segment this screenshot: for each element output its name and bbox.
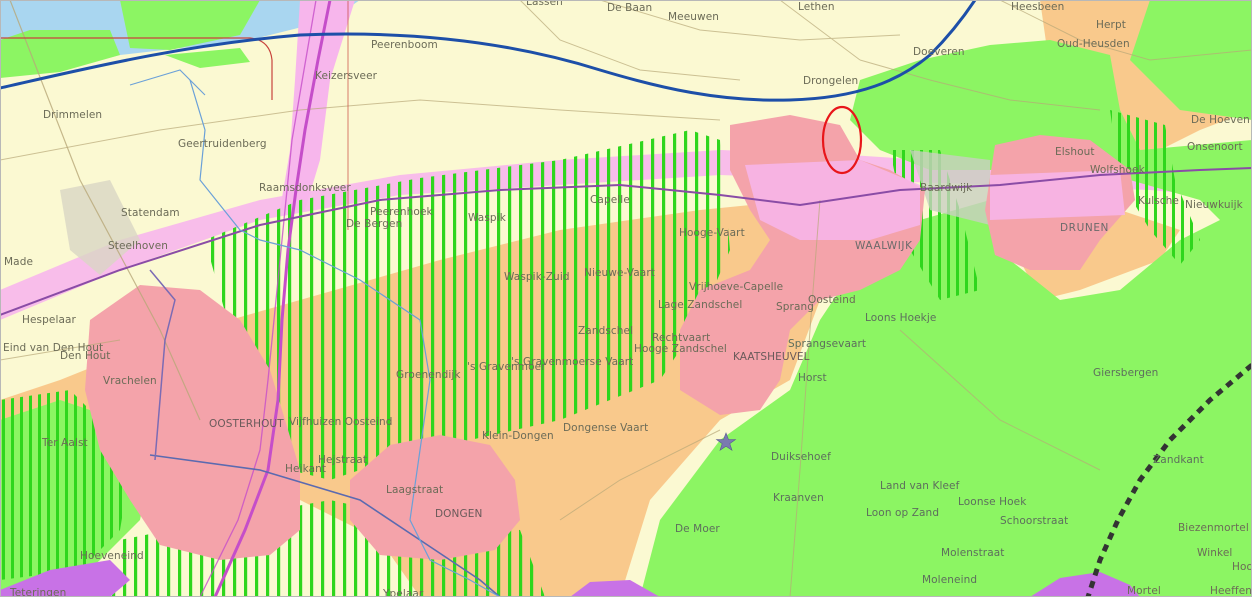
label-hooge-zandschel: Hooge Zandschel: [634, 343, 727, 355]
label-hejstraat: Hejstraat: [318, 454, 368, 466]
label-nieuwkuijk: Nieuwkuijk: [1185, 199, 1243, 211]
label-sprangsevaart: Sprangsevaart: [788, 338, 867, 350]
label-horst: Horst: [798, 372, 827, 384]
label-mortel: Mortel: [1127, 585, 1161, 597]
label-duiksehoef: Duiksehoef: [771, 451, 831, 463]
label-kraanven: Kraanven: [773, 492, 824, 504]
label-vrachelen: Vrachelen: [103, 375, 157, 387]
label-baardwijk: Baardwijk: [920, 182, 973, 194]
label-heesbeen: Heesbeen: [1011, 1, 1065, 13]
label-steelhoven: Steelhoven: [108, 240, 169, 252]
label-oosteind: Oosteind: [808, 294, 856, 306]
label-drongelen: Drongelen: [803, 75, 859, 87]
label-drimmelen: Drimmelen: [43, 109, 103, 121]
label-onsenoort: Onsenoort: [1187, 141, 1243, 153]
label-oud-heusden: Oud-Heusden: [1057, 38, 1130, 50]
label-de-moer: De Moer: [675, 523, 720, 535]
label-schoorstraat: Schoorstraat: [1000, 515, 1069, 527]
label-vijfhuizen-oosteind: Vijfhuizen Oosteind: [289, 416, 393, 428]
label-winkel: Winkel: [1197, 547, 1233, 559]
label-hoo: Hoo: [1232, 561, 1252, 573]
label-lage-zandschel: Lage Zandschel: [658, 299, 743, 311]
label-lassen: Lassen: [526, 0, 563, 8]
label-ypelaar: Ypelaar: [383, 588, 424, 597]
label-vrijhoeve-capelle: Vrijhoeve-Capelle: [689, 281, 784, 293]
label-dongense-vaart: Dongense Vaart: [563, 422, 649, 434]
label-zandkant: Zandkant: [1153, 454, 1204, 466]
label-hoeveneind: Hoeveneind: [80, 550, 144, 562]
label-dongen: DONGEN: [435, 508, 483, 520]
label-giersbergen: Giersbergen: [1093, 367, 1159, 379]
label-hooge-vaart: Hooge-Vaart: [679, 227, 745, 239]
label-waspik-zuid: Waspik-Zuid: [504, 271, 570, 283]
label-capelle: Capelle: [590, 194, 630, 206]
label-s-gravenmoerse-vaart: 's Gravenmoerse Vaart: [511, 356, 634, 368]
label-loonse-hoek: Loonse Hoek: [958, 496, 1027, 508]
label-herpt: Herpt: [1096, 19, 1126, 31]
label-wolfshoek: Wolfshoek: [1090, 164, 1145, 176]
label-laagstraat: Laagstraat: [386, 484, 444, 496]
label-loon-op-zand: Loon op Zand: [866, 507, 940, 519]
label-waalwijk: WAALWIJK: [855, 240, 913, 252]
label-kulsche: Kulsche: [1138, 195, 1179, 207]
label-peerenhoek: Peerenhoek: [370, 206, 433, 218]
label-elshout: Elshout: [1055, 146, 1095, 158]
label-geertruidenberg: Geertruidenberg: [178, 138, 267, 150]
label-land-van-kleef: Land van Kleef: [880, 480, 960, 492]
label-nieuwe-vaart: Nieuwe-Vaart: [584, 267, 655, 279]
label-klein-dongen: Klein-Dongen: [482, 430, 554, 442]
label-de-hoeven: De Hoeven: [1191, 114, 1250, 126]
label-teteringen: Teteringen: [10, 587, 67, 597]
label-biezenmortel: Biezenmortel: [1178, 522, 1249, 534]
label-zandschel: Zandschel: [578, 325, 634, 337]
label-kaatsheuvel: KAATSHEUVEL: [733, 351, 810, 363]
magenta-urban-drunen: [990, 170, 1125, 220]
label-doeveren: Doeveren: [913, 46, 965, 58]
label-meeuwen: Meeuwen: [668, 11, 720, 23]
map-canvas[interactable]: [0, 0, 1252, 597]
label-moleneind: Moleneind: [922, 574, 978, 586]
label-heeffen: Heeffen: [1210, 585, 1252, 597]
label-de-bergen: De Bergen: [346, 218, 403, 230]
map-view[interactable]: Lassen De Baan Meeuwen Lethen Heesbeen H…: [0, 0, 1252, 597]
label-statendam: Statendam: [121, 207, 180, 219]
label-loons-hoekje: Loons Hoekje: [865, 312, 937, 324]
label-ter-aalst: Ter Aalst: [42, 437, 88, 449]
label-lethen: Lethen: [798, 1, 835, 13]
label-made: Made: [4, 256, 34, 268]
label-de-baan: De Baan: [607, 2, 653, 14]
label-oosterhout: OOSTERHOUT: [209, 418, 284, 430]
label-groenendijk: Groenendijk: [396, 369, 461, 381]
label-hespelaar: Hespelaar: [22, 314, 76, 326]
label-keizersveer: Keizersveer: [315, 70, 378, 82]
label-den-hout: Den Hout: [60, 350, 111, 362]
label-raamsdonksveer: Raamsdonksveer: [259, 182, 351, 194]
label-waspik: Waspik: [468, 212, 506, 224]
label-drunen: DRUNEN: [1060, 222, 1110, 234]
label-peerenboom: Peerenboom: [371, 39, 438, 51]
label-molenstraat: Molenstraat: [941, 547, 1005, 559]
